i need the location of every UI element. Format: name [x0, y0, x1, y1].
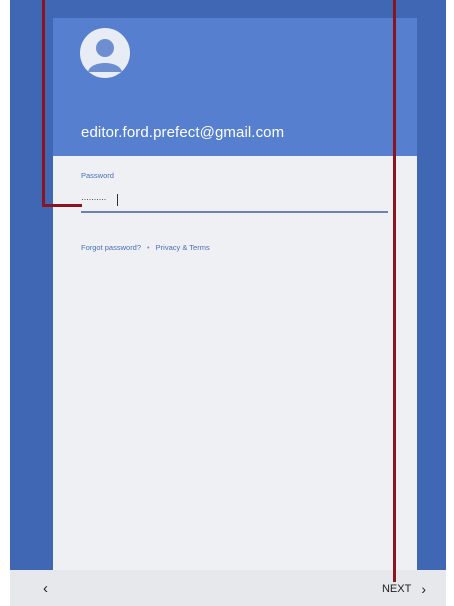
- password-card: Password ·········· Forgot password? • P…: [53, 156, 417, 570]
- password-input[interactable]: ··········: [81, 194, 106, 204]
- back-chevron-icon[interactable]: ‹: [43, 580, 48, 597]
- bottom-nav-bar: ‹ NEXT ›: [10, 570, 446, 606]
- next-label: NEXT: [381, 583, 412, 595]
- link-separator: •: [147, 243, 150, 252]
- callout-line-right-vertical: [393, 0, 396, 582]
- callout-line-left-horizontal: [42, 204, 82, 207]
- help-links: Forgot password? • Privacy & Terms: [81, 243, 210, 252]
- text-cursor: [117, 194, 118, 206]
- account-email: editor.ford.prefect@gmail.com: [81, 124, 285, 141]
- avatar-icon: [80, 28, 130, 78]
- password-label: Password: [81, 171, 114, 180]
- next-button[interactable]: NEXT ›: [382, 581, 426, 597]
- next-chevron-icon: ›: [421, 581, 426, 597]
- callout-line-left-vertical: [42, 0, 45, 207]
- forgot-password-link[interactable]: Forgot password?: [81, 243, 141, 252]
- account-header: editor.ford.prefect@gmail.com: [53, 18, 417, 156]
- privacy-terms-link[interactable]: Privacy & Terms: [156, 243, 210, 252]
- password-underline: [81, 211, 388, 213]
